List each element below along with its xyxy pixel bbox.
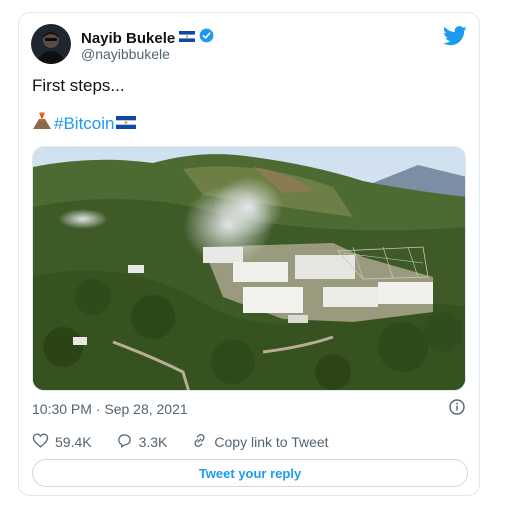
like-count: 59.4K xyxy=(55,434,92,450)
tweet-image-geothermal-plant[interactable] xyxy=(32,146,466,391)
verified-badge-icon xyxy=(199,28,214,48)
volcano-emoji-icon xyxy=(32,111,52,135)
like-button[interactable]: 59.4K xyxy=(32,432,92,452)
avatar[interactable] xyxy=(31,24,71,64)
copy-link-label: Copy link to Tweet xyxy=(214,434,329,450)
twitter-logo-icon[interactable] xyxy=(443,26,467,46)
reply-icon xyxy=(116,432,133,452)
el-salvador-flag-icon xyxy=(179,29,196,47)
info-icon[interactable] xyxy=(449,399,465,415)
author-name[interactable]: Nayib Bukele xyxy=(81,30,175,47)
tweet-timestamp[interactable]: 10:30 PM · Sep 28, 2021 xyxy=(32,401,188,417)
copy-link-button[interactable]: Copy link to Tweet xyxy=(191,432,329,452)
tweet-card: Nayib Bukele @nayibbukele First steps... xyxy=(18,12,480,496)
link-icon xyxy=(191,432,208,452)
reply-action-button[interactable]: 3.3K xyxy=(116,432,168,452)
reply-count: 3.3K xyxy=(138,434,168,450)
bitcoin-hashtag-link[interactable]: #Bitcoin xyxy=(54,114,114,134)
tweet-your-reply-button[interactable]: Tweet your reply xyxy=(32,459,468,487)
author-handle[interactable]: @nayibbukele xyxy=(81,46,170,62)
tweet-text: First steps... xyxy=(32,76,125,95)
heart-icon xyxy=(32,432,49,452)
el-salvador-flag-icon xyxy=(116,114,137,134)
